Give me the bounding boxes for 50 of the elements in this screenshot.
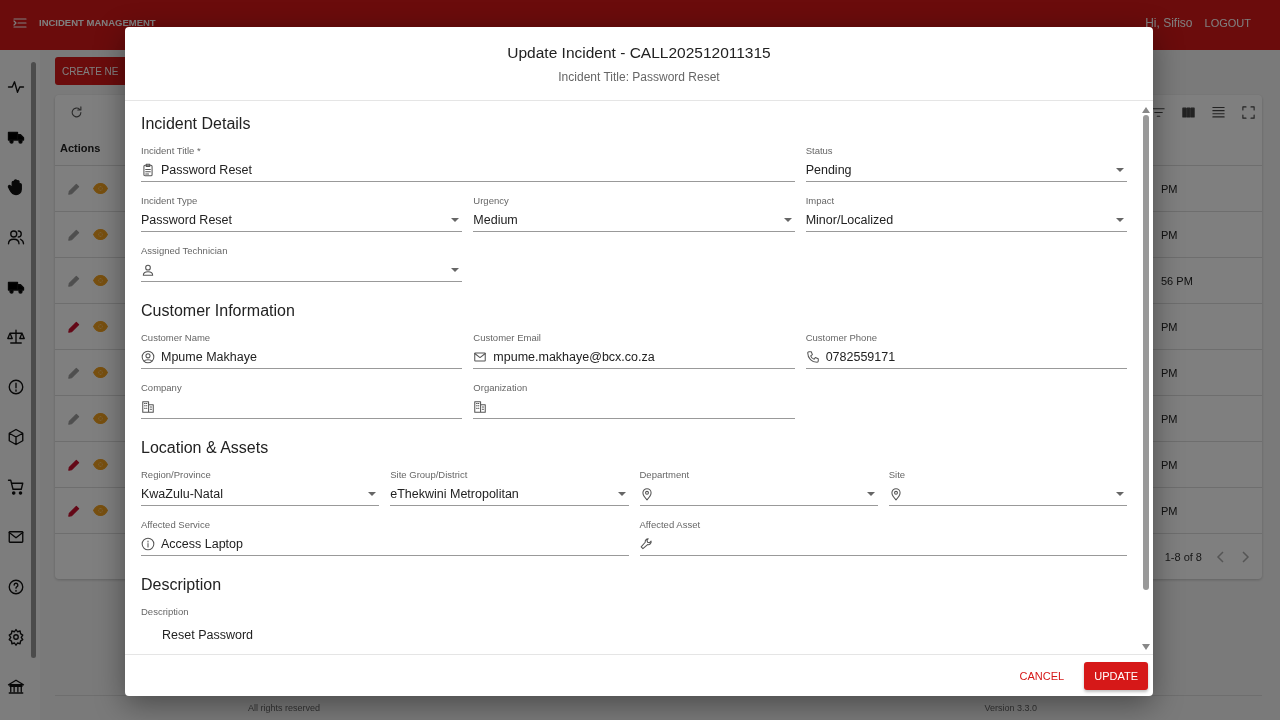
section-title: Customer Information (141, 302, 295, 319)
field-label: Description (141, 606, 189, 618)
text-field[interactable]: Access Laptop (141, 534, 629, 556)
field-label: Impact (805, 195, 835, 207)
table-cell-text: PM (1161, 228, 1179, 241)
select-field[interactable]: Medium (473, 210, 795, 232)
table-cell-text: PM (1161, 412, 1179, 425)
pagination-text: 1-8 of 8 (1164, 550, 1202, 563)
field-label: Organization (473, 382, 528, 394)
table-cell-text: PM (1161, 366, 1179, 379)
column-header: Actions (60, 141, 101, 154)
field-label: Site (888, 469, 906, 481)
field-label: Affected Asset (639, 519, 701, 531)
text-area[interactable]: Reset Password (141, 621, 1127, 651)
section-title: Location & Assets (141, 439, 269, 456)
field-label: Customer Email (473, 332, 541, 344)
dialog-subtitle: Incident Title: Password Reset (558, 69, 720, 84)
field-label: Incident Type (141, 195, 198, 207)
select-field[interactable]: eThekwini Metropolitan (390, 484, 629, 506)
field-label: Urgency (473, 195, 509, 207)
text-field[interactable]: mpume.makhaye@bcx.co.za (473, 347, 795, 369)
select-field[interactable]: Minor/Localized (805, 210, 1127, 232)
select-field[interactable]: Password Reset (141, 210, 463, 232)
field-label: Status (805, 145, 833, 157)
cancel-button[interactable]: CANCEL (1011, 663, 1073, 688)
field-label: Incident Title * (141, 145, 201, 157)
table-cell-text: PM (1161, 504, 1179, 517)
field-label: Region/Province (141, 469, 211, 481)
app-title: INCIDENT MANAGEMENT (39, 17, 157, 28)
field-label: Site Group/District (390, 469, 468, 481)
field-label: Customer Phone (805, 332, 877, 344)
dialog-title: Update Incident - CALL202512011315 (507, 43, 771, 62)
table-cell-text: PM (1161, 458, 1179, 471)
table-cell-text: PM (1161, 182, 1179, 195)
field-label: Customer Name (141, 332, 211, 344)
text-field[interactable]: Password Reset (141, 160, 795, 182)
text-field[interactable]: Mpume Makhaye (141, 347, 463, 369)
field-label: Affected Service (141, 519, 210, 531)
table-cell-text: PM (1161, 320, 1179, 333)
text-field[interactable]: 0782559171 (805, 347, 1127, 369)
field-label: Assigned Technician (141, 245, 228, 257)
section-title: Description (141, 576, 222, 593)
select-field[interactable]: KwaZulu-Natal (141, 484, 380, 506)
table-cell-text: 56 PM (1161, 274, 1194, 287)
update-button[interactable]: UPDATE (1084, 661, 1148, 690)
field-label: Department (639, 469, 690, 481)
section-title: Incident Details (141, 115, 251, 132)
select-field[interactable]: Pending (805, 160, 1127, 182)
user-greeting: Hi, Sifiso (1145, 15, 1193, 30)
field-label: Company (141, 382, 182, 394)
